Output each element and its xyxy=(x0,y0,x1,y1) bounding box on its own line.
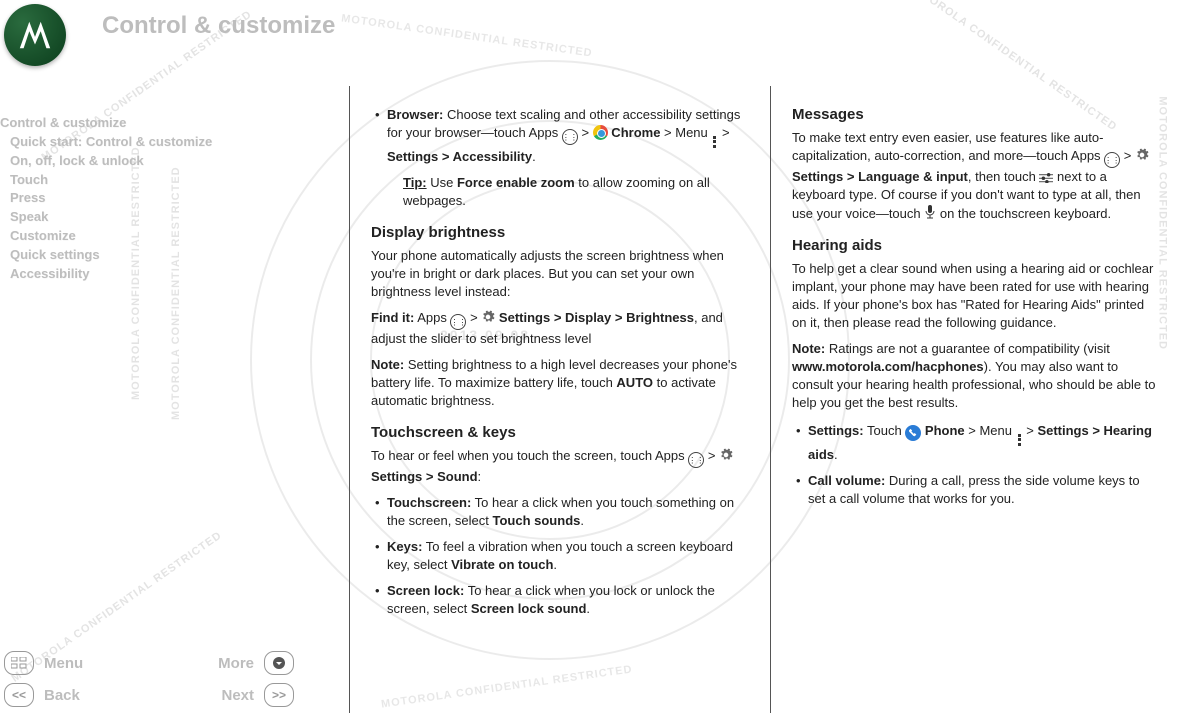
list-item: Screen lock: To hear a click when you lo… xyxy=(381,582,748,618)
body-text: Menu xyxy=(675,125,711,140)
back-icon[interactable]: << xyxy=(4,683,34,707)
item-label: Screen lock: xyxy=(387,583,464,598)
watermark-text: MOTOROLA CONFIDENTIAL RESTRICTED xyxy=(340,12,593,59)
list-item: Browser: Choose text scaling and other a… xyxy=(381,106,748,210)
apps-icon: ⋮⋮ xyxy=(562,129,578,145)
body-text: on the touchscreen keyboard. xyxy=(936,206,1111,221)
toc-item[interactable]: Press xyxy=(0,189,260,208)
body-text: Phone xyxy=(921,423,964,438)
body-text: To make text entry even easier, use feat… xyxy=(792,129,1157,223)
findit-label: Find it: xyxy=(371,310,414,325)
body-text: Touch sounds xyxy=(493,513,581,528)
body-text: AUTO xyxy=(616,375,653,390)
menu-icon[interactable] xyxy=(4,651,34,675)
section-heading: Messages xyxy=(792,106,1157,123)
toc-item[interactable]: Quick start: Control & customize xyxy=(0,133,260,152)
toc-item[interactable]: Control & customize xyxy=(0,114,260,133)
menu-dots-icon xyxy=(711,136,718,148)
body-text: Touch xyxy=(864,423,906,438)
body-text: Ratings are not a guarantee of compatibi… xyxy=(825,341,1110,356)
toc-item[interactable]: Customize xyxy=(0,227,260,246)
content-column-1: Browser: Choose text scaling and other a… xyxy=(349,92,770,703)
gear-icon xyxy=(481,310,495,324)
apps-icon: ⋮⋮ xyxy=(1104,152,1120,168)
item-label: Call volume: xyxy=(808,473,885,488)
body-text: Force enable zoom xyxy=(457,175,575,190)
body-text: Vibrate on touch xyxy=(451,557,553,572)
item-label: Settings: xyxy=(808,423,864,438)
phone-icon xyxy=(905,425,921,441)
body-text: To hear or feel when you touch the scree… xyxy=(371,447,748,486)
toc-item[interactable]: Accessibility xyxy=(0,265,260,284)
tip-label: Tip: xyxy=(403,175,427,190)
body-text: Chrome xyxy=(608,125,664,140)
body-text: To feel a vibration when you touch a scr… xyxy=(387,539,733,572)
item-label: Browser: xyxy=(387,107,443,122)
list-item: Call volume: During a call, press the si… xyxy=(802,472,1157,508)
list-item: Keys: To feel a vibration when you touch… xyxy=(381,538,748,574)
more-icon[interactable] xyxy=(264,651,294,675)
item-label: Touchscreen: xyxy=(387,495,471,510)
item-label: Keys: xyxy=(387,539,422,554)
nav-path: Settings > Language & input xyxy=(792,169,968,184)
apps-icon: ⋮⋮ xyxy=(450,314,466,330)
bottom-nav: Menu More << Back Next >> xyxy=(0,649,300,709)
section-heading: Display brightness xyxy=(371,224,748,241)
note-label: Note: xyxy=(371,357,404,372)
sliders-icon xyxy=(1039,170,1053,182)
nav-path: Settings > Sound xyxy=(371,469,478,484)
toc-item[interactable]: Speak xyxy=(0,208,260,227)
body-text: Note: Setting brightness to a high level… xyxy=(371,356,748,410)
content-column-2: Messages To make text entry even easier,… xyxy=(770,92,1179,703)
mic-icon xyxy=(924,204,936,218)
more-label[interactable]: More xyxy=(218,655,254,672)
list-item: Settings: Touch Phone > Menu > Settings … xyxy=(802,422,1157,464)
apps-icon: ⋮⋮ xyxy=(688,452,704,468)
body-text: Find it: Apps ⋮⋮ > Settings > Display > … xyxy=(371,309,748,348)
body-text: Your phone automatically adjusts the scr… xyxy=(371,247,748,301)
gear-icon xyxy=(719,448,733,462)
body-text: To make text entry even easier, use feat… xyxy=(792,130,1104,163)
section-heading: Hearing aids xyxy=(792,237,1157,254)
body-text: Use xyxy=(427,175,457,190)
url-text: www.motorola.com/hacphones xyxy=(792,359,984,374)
motorola-logo-icon xyxy=(4,4,66,66)
body-text: To help get a clear sound when using a h… xyxy=(792,260,1157,332)
next-icon[interactable]: >> xyxy=(264,683,294,707)
gear-icon xyxy=(1135,148,1149,162)
menu-label[interactable]: Menu xyxy=(44,655,83,672)
body-text: Note: Ratings are not a guarantee of com… xyxy=(792,340,1157,412)
list-item: Touchscreen: To hear a click when you to… xyxy=(381,494,748,530)
toc-item[interactable]: Touch xyxy=(0,171,260,190)
chrome-icon xyxy=(593,125,608,140)
note-label: Note: xyxy=(792,341,825,356)
body-text: Screen lock sound xyxy=(471,601,587,616)
toc-item[interactable]: On, off, lock & unlock xyxy=(0,152,260,171)
header: Control & customize xyxy=(0,0,335,70)
page-title: Control & customize xyxy=(102,12,335,40)
section-heading: Touchscreen & keys xyxy=(371,424,748,441)
nav-path: Settings > Accessibility xyxy=(387,149,532,164)
nav-path: Settings > Display > Brightness xyxy=(499,310,694,325)
next-label[interactable]: Next xyxy=(221,687,254,704)
back-label[interactable]: Back xyxy=(44,687,80,704)
menu-dots-icon xyxy=(1016,434,1023,446)
body-text: > Menu xyxy=(965,423,1016,438)
body-text: , then touch xyxy=(968,169,1040,184)
body-text: To hear or feel when you touch the scree… xyxy=(371,448,688,463)
toc-item[interactable]: Quick settings xyxy=(0,246,260,265)
sidebar-toc: Control & customize Quick start: Control… xyxy=(0,90,270,284)
body-text: Apps xyxy=(414,310,450,325)
tip-block: Tip: Use Force enable zoom to allow zoom… xyxy=(403,174,748,210)
